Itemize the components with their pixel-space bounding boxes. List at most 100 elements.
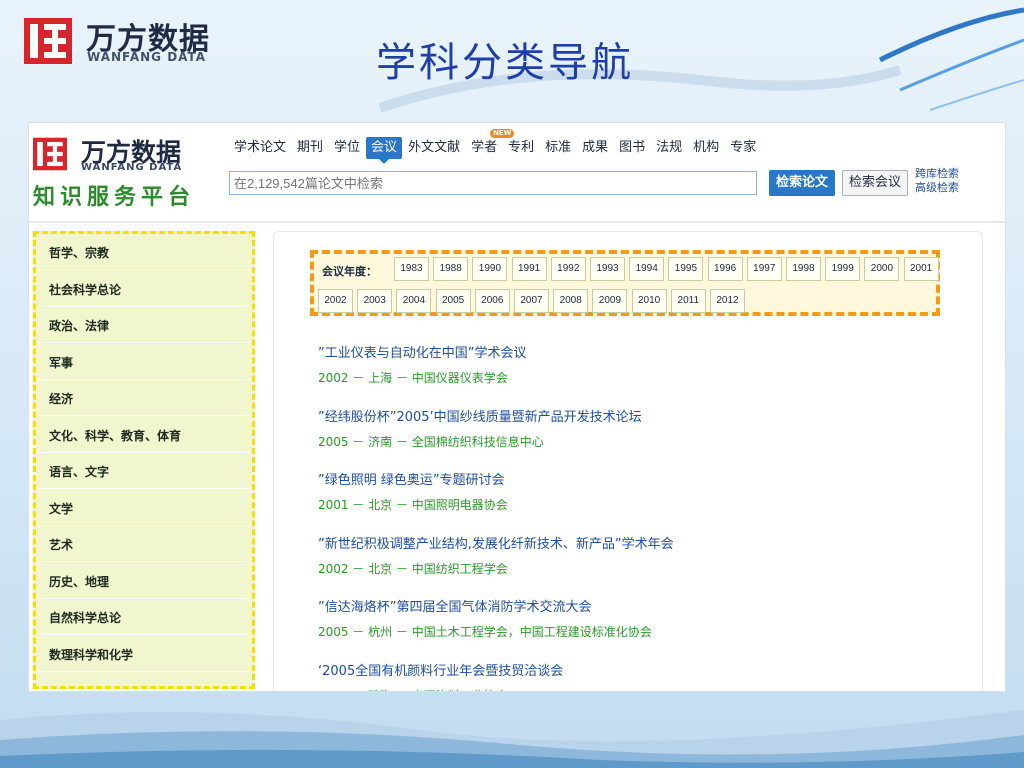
year-button[interactable]: 2004 [396, 289, 432, 313]
conference-title-link[interactable]: ‘2005全国有机颜料行业年会暨技贸洽谈会 [318, 660, 958, 679]
year-button[interactable]: 2011 [670, 289, 706, 313]
nav-tab-label: 学术论文 [234, 140, 287, 155]
conference-item: ‘2005全国有机颜料行业年会暨技贸洽谈会2005 － 珠海 － 中国染料工业协… [318, 660, 958, 692]
conference-meta: 2002 － 上海 － 中国仪器仪表学会 [318, 371, 508, 385]
conference-title-link[interactable]: ”工业仪表与自动化在中国”学术会议 [318, 342, 958, 361]
year-button[interactable]: 1993 [590, 257, 625, 281]
conference-item: ”经纬股份杯”2005’中国纱线质量暨新产品开发技术论坛 2005 － 济南 － … [318, 406, 958, 450]
year-button[interactable]: 1995 [668, 257, 704, 281]
nav-tab-6[interactable]: 专利 [503, 137, 539, 159]
year-button[interactable]: 2010 [631, 289, 667, 313]
nav-tab-9[interactable]: 图书 [614, 137, 650, 159]
nav-tab-0[interactable]: 学术论文 [229, 137, 291, 159]
nav-tab-11[interactable]: 机构 [688, 137, 724, 159]
search-conference-button[interactable]: 检索会议 [842, 170, 908, 196]
slide-title: 学科分类导航 [376, 40, 634, 86]
year-button[interactable]: 2006 [474, 289, 510, 313]
nav-tab-10[interactable]: 法规 [651, 137, 687, 159]
category-item[interactable]: 政治、法律 [39, 310, 249, 343]
category-item[interactable]: 经济 [39, 383, 249, 416]
header-divider [29, 221, 1005, 223]
category-item[interactable]: 自然科学总论 [39, 602, 249, 635]
nav-tab-label: 学位 [334, 140, 361, 155]
advanced-search-link[interactable]: 高级检索 [915, 181, 959, 195]
nav-tab-7[interactable]: 标准 [540, 137, 576, 159]
main-nav: 学术论文 期刊 学位 会议 外文文献 学者 NEW 专利 标准 成果 图书 法规 机构 专家 [229, 129, 762, 164]
year-button[interactable]: 1990 [472, 257, 508, 281]
conference-meta: 2005 － 济南 － 全国棉纺织科技信息中心 [318, 434, 544, 449]
side-links: 跨库检索 高级检索 [915, 167, 959, 195]
website-screenshot: 万方数据 WANFANG DATA 知识服务平台 学术论文 期刊 学位 会议 外文文献学… [28, 122, 1006, 692]
category-item[interactable]: 艺术 [39, 529, 249, 562]
year-button[interactable]: 2012 [710, 289, 745, 313]
nav-tab-1[interactable]: 期刊 [292, 137, 328, 159]
category-item[interactable]: 文学 [39, 493, 249, 526]
year-button[interactable]: 1991 [511, 257, 547, 281]
conference-meta: 2002 － 北京 － 中国纺织工程学会 [318, 561, 508, 576]
year-button[interactable]: 2003 [357, 289, 393, 313]
year-button[interactable]: 1988 [433, 257, 469, 281]
nav-tab-label: 机构 [693, 140, 720, 155]
nav-tab-label: 专利 [508, 140, 535, 155]
year-button[interactable]: 2001 [903, 257, 939, 281]
category-item[interactable]: 历史、地理 [39, 566, 249, 599]
year-button[interactable]: 2002 [318, 289, 353, 313]
conference-content: 会议年度： 1983 1988 1990 1991 1992 1993 1994 1995 19… [273, 231, 983, 692]
nav-tab-8[interactable]: 成果 [577, 137, 613, 159]
nav-tab-label: 法规 [656, 140, 683, 155]
site-logo-en: WANFANG DATA [81, 162, 183, 173]
bottom-wave-decoration [0, 710, 1024, 768]
nav-tab-label: 专家 [730, 140, 757, 155]
conference-meta: 2005 － 杭州 － 中国土木工程学会，中国工程建设标准化协会 [318, 625, 652, 639]
conference-item: ”工业仪表与自动化在中国”学术会议 2002 － 上海 － 中国仪器仪表学会 [318, 342, 958, 386]
nav-tab-label: 会议 [371, 140, 398, 155]
year-button[interactable]: 2005 [435, 289, 471, 313]
year-button[interactable]: 1994 [629, 257, 665, 281]
nav-tab-label: 成果 [582, 140, 609, 155]
wanfang-logo-icon [33, 137, 67, 171]
year-filter: 会议年度： 1983 1988 1990 1991 1992 1993 1994 1995 19… [310, 250, 940, 316]
search-input[interactable] [229, 171, 757, 195]
year-button[interactable]: 2008 [553, 289, 589, 313]
cross-database-search-link[interactable]: 跨库检索 [915, 167, 959, 181]
conference-title-link[interactable]: ”信达海烙杯”第四届全国气体消防学术交流大会 [318, 596, 958, 615]
slide-logo-en: WANFANG DATA [87, 50, 207, 64]
category-item[interactable]: 语言、文字 [39, 456, 249, 489]
site-header: 万方数据 WANFANG DATA 知识服务平台 学术论文 期刊 学位 会议 外文文献学… [29, 123, 1005, 219]
conference-meta: 2001 － 北京 － 中国照明电器协会 [318, 498, 508, 512]
category-item[interactable]: 军事 [39, 347, 249, 380]
search-paper-button[interactable]: 检索论文 [769, 170, 835, 196]
conference-title-link[interactable]: ”新世纪积极调整产业结构,发展化纤新技术、新产品”学术年会 [318, 533, 958, 552]
platform-name: 知识服务平台 [33, 184, 196, 210]
conference-item: ”新世纪积极调整产业结构,发展化纤新技术、新产品”学术年会 2002 － 北京 －… [318, 533, 958, 577]
category-item[interactable]: 社会科学总论 [39, 274, 249, 307]
nav-tab-4[interactable]: 外文文献 [403, 137, 465, 159]
year-button[interactable]: 1997 [746, 257, 782, 281]
conference-item: ”信达海烙杯”第四届全国气体消防学术交流大会 2005 － 杭州 － 中国土木工程… [318, 596, 958, 640]
nav-tab-label: 学者 [471, 140, 498, 155]
year-button[interactable]: 1996 [707, 257, 743, 281]
category-item[interactable]: 哲学、宗教 [39, 237, 249, 270]
category-item[interactable]: 文化、科学、教育、体育 [39, 420, 249, 453]
year-button[interactable]: 1998 [786, 257, 821, 281]
nav-tab-2[interactable]: 学位 [329, 137, 365, 159]
site-logo[interactable]: 万方数据 WANFANG DATA 知识服务平台 [33, 135, 223, 211]
year-button[interactable]: 2007 [514, 289, 549, 313]
conference-item: ”绿色照明 绿色奥运”专题研讨会 2001 － 北京 － 中国照明电器协会 [318, 469, 958, 513]
nav-tab-3[interactable]: 会议 [366, 137, 403, 164]
conference-title-link[interactable]: ”绿色照明 绿色奥运”专题研讨会 [318, 469, 958, 488]
nav-tab-12[interactable]: 专家 [725, 137, 761, 159]
year-button[interactable]: 1999 [825, 257, 861, 281]
slide-logo: 万方数据 WANFANG DATA [24, 18, 234, 64]
conference-title-link[interactable]: ”经纬股份杯”2005’中国纱线质量暨新产品开发技术论坛 [318, 406, 958, 425]
nav-tab-5[interactable]: 学者 NEW [466, 129, 515, 159]
nav-tab-label: 标准 [545, 140, 572, 155]
year-button[interactable]: 1983 [394, 257, 429, 281]
nav-tab-label: 外文文献 [408, 140, 461, 155]
category-item[interactable]: 数理科学和化学 [39, 639, 249, 672]
nav-tab-label: 期刊 [297, 140, 324, 155]
year-button[interactable]: 1992 [550, 257, 586, 281]
year-button[interactable]: 2009 [592, 289, 628, 313]
nav-tab-label: 图书 [619, 140, 646, 155]
year-button[interactable]: 2000 [864, 257, 900, 281]
